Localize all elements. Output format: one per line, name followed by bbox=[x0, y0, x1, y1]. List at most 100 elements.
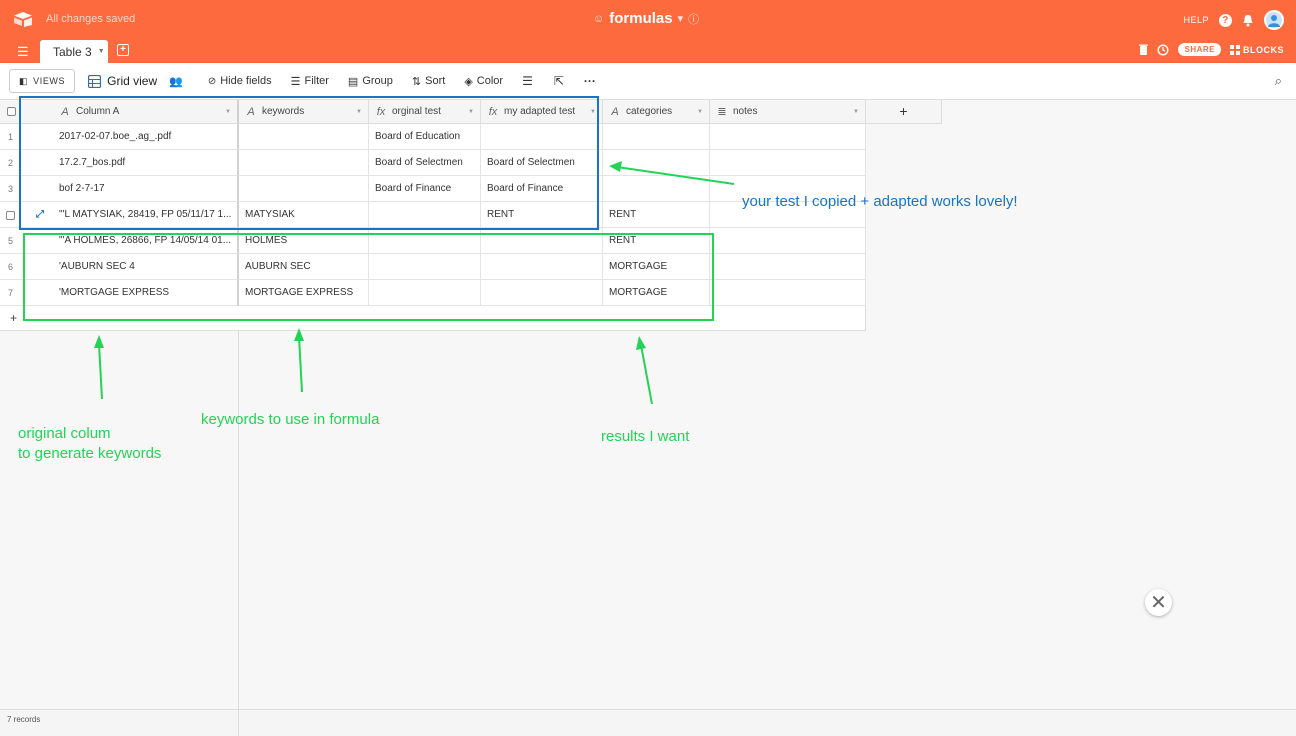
views-button[interactable]: ◧ VIEWS bbox=[9, 69, 76, 93]
cell-keywords[interactable]: MORTGAGE EXPRESS bbox=[239, 280, 369, 306]
cell-categories[interactable] bbox=[603, 150, 710, 176]
text-field-icon: A bbox=[611, 105, 619, 118]
row-gutter bbox=[0, 202, 21, 228]
more-options-icon[interactable]: ··· bbox=[584, 74, 596, 88]
cell-my-adapted-test[interactable]: Board of Finance bbox=[481, 176, 603, 202]
cell-categories[interactable]: RENT bbox=[603, 202, 710, 228]
cell-my-adapted-test[interactable]: Board of Selectmen bbox=[481, 150, 603, 176]
cell-keywords[interactable] bbox=[239, 150, 369, 176]
base-name: formulas bbox=[609, 10, 673, 27]
cell-column-a[interactable]: bof 2-7-17 bbox=[21, 176, 239, 202]
cell-categories[interactable] bbox=[603, 124, 710, 150]
cell-notes[interactable] bbox=[710, 150, 866, 176]
cell-column-a[interactable]: 'MORTGAGE EXPRESS bbox=[21, 280, 239, 306]
column-header-categories[interactable]: A categories ▼ bbox=[603, 100, 710, 124]
share-view-icon[interactable]: ⇱ bbox=[554, 74, 564, 88]
chevron-down-icon[interactable]: ▾ bbox=[678, 12, 684, 25]
help-icon[interactable]: ? bbox=[1219, 13, 1232, 27]
column-header-column-a[interactable]: A Column A ▼ bbox=[21, 100, 239, 124]
column-header-keywords[interactable]: A keywords ▼ bbox=[239, 100, 369, 124]
checkbox-icon[interactable] bbox=[7, 107, 16, 116]
bell-icon[interactable] bbox=[1242, 14, 1254, 27]
cell-column-a[interactable]: 2017-02-07.boe_.ag_.pdf bbox=[21, 124, 239, 150]
collaborators-icon[interactable]: 👥 bbox=[169, 75, 183, 88]
history-icon[interactable] bbox=[1157, 43, 1170, 56]
annotation-keywords: keywords to use in formula bbox=[201, 411, 380, 428]
row-gutter bbox=[0, 124, 21, 150]
column-header-my-adapted-test[interactable]: fx my adapted test ▼ bbox=[481, 100, 603, 124]
add-table-icon[interactable]: + bbox=[117, 44, 129, 56]
cell-categories[interactable]: MORTGAGE bbox=[603, 254, 710, 280]
cell-my-adapted-test[interactable] bbox=[481, 254, 603, 280]
cell-orginal-test[interactable]: Board of Education bbox=[369, 124, 481, 150]
select-all-header[interactable] bbox=[0, 100, 21, 124]
row-height-icon[interactable]: ☰ bbox=[522, 74, 533, 88]
help-label[interactable]: HELP bbox=[1183, 15, 1209, 25]
cell-column-a[interactable]: 17.2.7_bos.pdf bbox=[21, 150, 239, 176]
hide-fields-button[interactable]: ⊘ Hide fields bbox=[208, 75, 272, 87]
cell-categories[interactable] bbox=[603, 176, 710, 202]
cell-notes[interactable] bbox=[710, 254, 866, 280]
filter-button[interactable]: ☰ Filter bbox=[291, 75, 329, 88]
summary-bar: 7 records bbox=[0, 709, 1296, 736]
cell-column-a[interactable]: "'L MATYSIAK, 28419, FP 05/11/17 1... bbox=[21, 202, 239, 228]
column-header-label: orginal test bbox=[392, 106, 441, 117]
blocks-label: BLOCKS bbox=[1243, 44, 1284, 55]
chevron-down-icon[interactable]: ▼ bbox=[697, 109, 703, 115]
cell-column-a[interactable]: "'A HOLMES, 26866, FP 14/05/14 01... bbox=[21, 228, 239, 254]
chevron-down-icon[interactable]: ▼ bbox=[225, 109, 231, 115]
paint-bucket-icon: ◈ bbox=[464, 75, 473, 88]
cell-orginal-test[interactable] bbox=[369, 254, 481, 280]
cell-my-adapted-test[interactable] bbox=[481, 124, 603, 150]
row-gutter bbox=[0, 228, 21, 254]
base-title[interactable]: ☺ formulas ▾ ⓘ bbox=[593, 10, 699, 27]
sort-icon: ⇅ bbox=[411, 75, 422, 88]
add-row-button[interactable]: + bbox=[10, 311, 17, 325]
cell-orginal-test[interactable] bbox=[369, 280, 481, 306]
cell-keywords[interactable] bbox=[239, 176, 369, 202]
cell-orginal-test[interactable] bbox=[369, 228, 481, 254]
avatar[interactable] bbox=[1264, 10, 1284, 30]
share-button[interactable]: SHARE bbox=[1178, 43, 1221, 56]
info-icon[interactable]: ⓘ bbox=[688, 11, 699, 27]
cell-keywords[interactable] bbox=[239, 124, 369, 150]
cell-column-a[interactable]: 'AUBURN SEC 4 bbox=[21, 254, 239, 280]
add-column-button[interactable]: + bbox=[866, 100, 942, 124]
airtable-logo-icon[interactable] bbox=[13, 11, 33, 27]
cell-categories[interactable]: MORTGAGE bbox=[603, 280, 710, 306]
cell-keywords[interactable]: MATYSIAK bbox=[239, 202, 369, 228]
trash-icon[interactable] bbox=[1139, 44, 1149, 55]
cell-categories[interactable]: RENT bbox=[603, 228, 710, 254]
search-icon[interactable]: ⌕ bbox=[1275, 73, 1282, 89]
cell-keywords[interactable]: HOLMES bbox=[239, 228, 369, 254]
blocks-button[interactable]: BLOCKS bbox=[1230, 44, 1284, 55]
cell-orginal-test[interactable]: Board of Selectmen bbox=[369, 150, 481, 176]
tab-table-3[interactable]: Table 3 ▼ bbox=[40, 40, 108, 63]
annotation-adapted-works: your test I copied + adapted works lovel… bbox=[742, 193, 1018, 210]
chevron-down-icon[interactable]: ▼ bbox=[468, 109, 474, 115]
cell-my-adapted-test[interactable]: RENT bbox=[481, 202, 603, 228]
column-header-notes[interactable]: ≣ notes ▼ bbox=[710, 100, 866, 124]
color-button[interactable]: ◈ Color bbox=[464, 75, 503, 88]
cell-my-adapted-test[interactable] bbox=[481, 280, 603, 306]
column-header-orginal-test[interactable]: fx orginal test ▼ bbox=[369, 100, 481, 124]
cell-notes[interactable] bbox=[710, 228, 866, 254]
cell-orginal-test[interactable]: Board of Finance bbox=[369, 176, 481, 202]
chevron-down-icon[interactable]: ▼ bbox=[356, 109, 362, 115]
cell-keywords[interactable]: AUBURN SEC bbox=[239, 254, 369, 280]
chevron-down-icon[interactable]: ▼ bbox=[98, 48, 105, 55]
cell-orginal-test[interactable] bbox=[369, 202, 481, 228]
column-header-label: categories bbox=[626, 106, 673, 117]
chevron-down-icon[interactable]: ▼ bbox=[590, 109, 596, 115]
sort-button[interactable]: ⇅ Sort bbox=[412, 75, 445, 88]
cell-my-adapted-test[interactable] bbox=[481, 228, 603, 254]
cell-notes[interactable] bbox=[710, 280, 866, 306]
menu-icon[interactable]: ☰ bbox=[17, 44, 29, 60]
chevron-down-icon[interactable]: ▼ bbox=[853, 109, 859, 115]
group-button[interactable]: ▤ Group bbox=[348, 75, 393, 88]
grid-view-selector[interactable]: Grid view 👥 bbox=[88, 74, 183, 88]
column-divider bbox=[238, 331, 239, 736]
close-icon[interactable]: ✕ bbox=[1145, 589, 1172, 616]
cell-notes[interactable] bbox=[710, 124, 866, 150]
data-grid: A Column A ▼ A keywords ▼ fx orginal tes… bbox=[0, 100, 942, 331]
